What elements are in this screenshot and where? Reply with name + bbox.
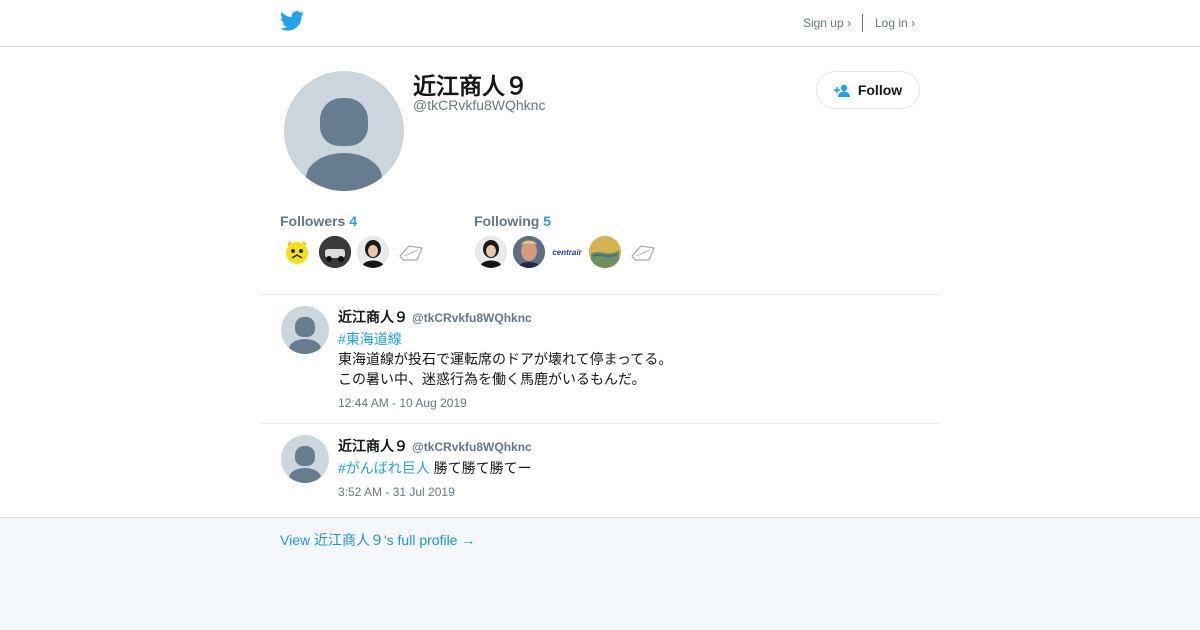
follower-avatar[interactable]	[357, 236, 389, 268]
tweet-text: #がんばれ巨人 勝て勝て勝てー	[338, 458, 532, 478]
tweet-timestamp[interactable]: 3:52 AM - 31 Jul 2019	[338, 485, 455, 499]
twitter-bird-icon[interactable]	[280, 11, 304, 31]
tweet-author-name: 近江商人９	[338, 438, 408, 454]
footer: View 近江商人９'s full profile →	[0, 517, 1200, 630]
following-avatar[interactable]	[513, 236, 545, 268]
follow-button[interactable]: Follow	[816, 71, 920, 109]
following-label: Following	[474, 213, 540, 229]
full-profile-link[interactable]: View 近江商人９'s full profile →	[280, 530, 475, 550]
login-link[interactable]: Log in ›	[875, 16, 915, 30]
tweet-line: 勝て勝て勝てー	[429, 460, 532, 476]
tweet-divider	[260, 423, 940, 424]
profile-avatar[interactable]	[284, 71, 404, 191]
follower-avatar[interactable]	[319, 236, 351, 268]
default-avatar-icon	[284, 71, 404, 191]
centrair-logo: centrair	[552, 247, 582, 257]
profile-handle[interactable]: @tkCRvkfu8WQhknc	[413, 97, 545, 113]
followers-count: 4	[349, 213, 358, 229]
tweet-author-handle: @tkCRvkfu8WQhknc	[412, 440, 532, 454]
following-count: 5	[543, 213, 552, 229]
followers-stat[interactable]: Followers 4	[280, 213, 357, 229]
following-avatar[interactable]	[475, 236, 507, 268]
hashtag-link[interactable]: #がんばれ巨人	[338, 460, 430, 476]
nav-divider	[861, 14, 863, 32]
tweet-author-handle: @tkCRvkfu8WQhknc	[412, 311, 532, 325]
tweet-author[interactable]: 近江商人９ @tkCRvkfu8WQhknc	[338, 436, 532, 456]
tweet-text: #東海道線 東海道線が投石で運転席のドアが壊れて停まってる。 この暑い中、迷惑行…	[338, 329, 672, 389]
following-stat[interactable]: Following 5	[474, 213, 551, 229]
tweet-timestamp[interactable]: 12:44 AM - 10 Aug 2019	[338, 396, 467, 410]
tweet-author-name: 近江商人９	[338, 309, 408, 325]
section-divider	[260, 294, 940, 295]
top-bar: Sign up › Log in ›	[0, 0, 1200, 47]
followers-label: Followers	[280, 213, 346, 229]
tweet-author-avatar[interactable]	[281, 435, 329, 483]
tweet-author-avatar[interactable]	[281, 306, 329, 354]
add-user-icon	[833, 84, 850, 97]
follower-avatar[interactable]	[395, 236, 427, 268]
tweet-line: 東海道線が投石で運転席のドアが壊れて停まってる。	[338, 351, 673, 367]
following-avatar[interactable]	[589, 236, 621, 268]
following-thumbnails: centrair	[475, 236, 665, 268]
followers-thumbnails	[281, 236, 433, 268]
auth-nav: Sign up › Log in ›	[803, 14, 915, 32]
follower-avatar[interactable]	[281, 236, 313, 268]
tweet-author[interactable]: 近江商人９ @tkCRvkfu8WQhknc	[338, 307, 532, 327]
following-avatar[interactable]	[627, 236, 659, 268]
profile-name[interactable]: 近江商人９	[413, 67, 528, 101]
follow-button-label: Follow	[857, 82, 903, 98]
signup-link[interactable]: Sign up ›	[803, 16, 851, 30]
following-avatar[interactable]: centrair	[551, 236, 583, 268]
tweet-line: この暑い中、迷惑行為を働く馬鹿がいるもんだ。	[338, 371, 646, 387]
hashtag-link[interactable]: #東海道線	[338, 331, 402, 347]
